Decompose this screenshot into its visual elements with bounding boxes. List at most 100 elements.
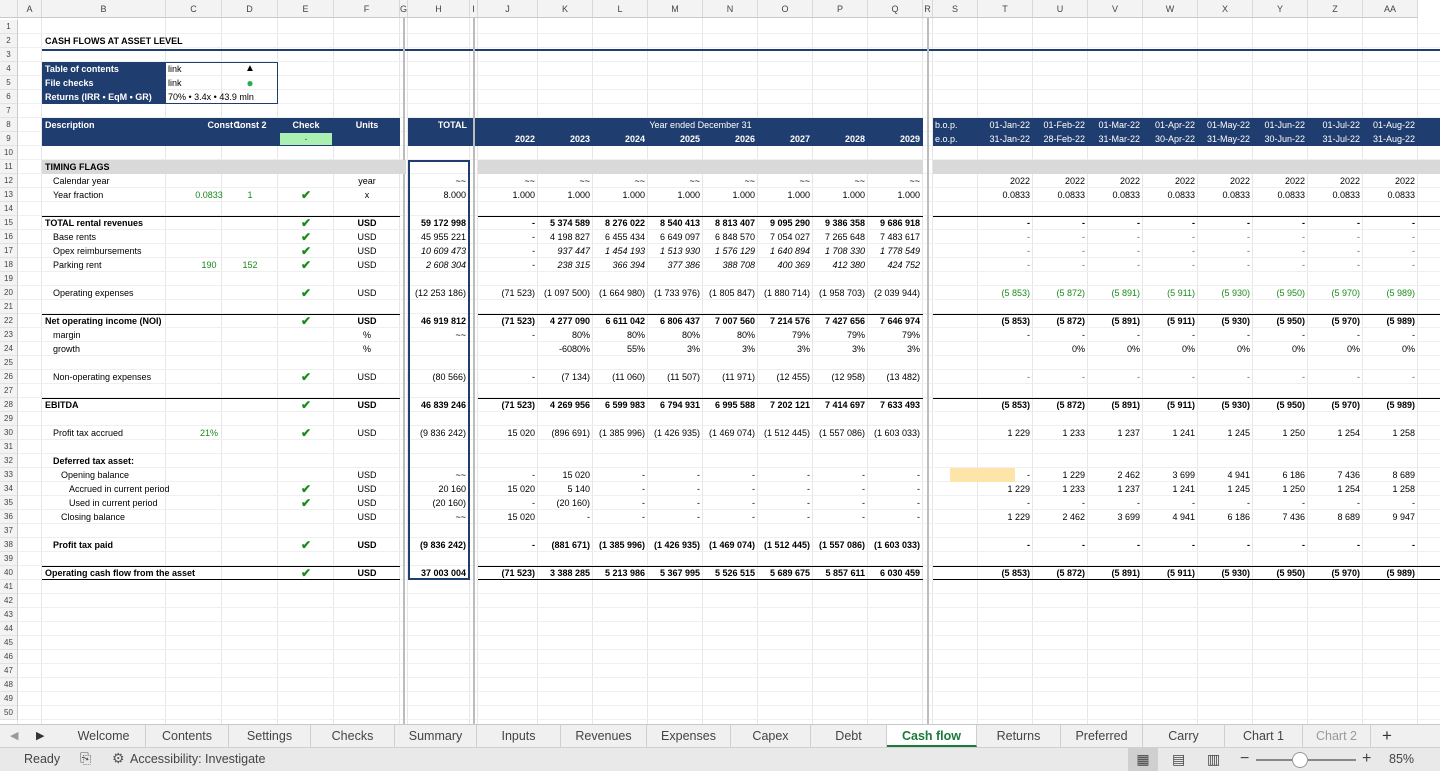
month-value[interactable]: 1 258 — [1363, 482, 1415, 496]
column-header[interactable]: L — [593, 0, 648, 18]
year-value[interactable]: (1 880 714) — [758, 286, 810, 300]
column-header[interactable]: A — [18, 0, 42, 18]
month-value[interactable]: - — [1033, 258, 1085, 272]
month-value[interactable]: 1 250 — [1253, 426, 1305, 440]
year-value[interactable]: 6 599 983 — [593, 398, 645, 412]
units-value[interactable]: USD — [334, 538, 400, 552]
month-value[interactable]: (5 853) — [978, 286, 1030, 300]
month-value[interactable]: (5 950) — [1253, 566, 1305, 580]
month-value[interactable]: (5 911) — [1143, 566, 1195, 580]
year-value[interactable]: (1 557 086) — [813, 426, 865, 440]
year-value[interactable]: - — [813, 468, 865, 482]
column-header[interactable]: W — [1143, 0, 1198, 18]
year-value[interactable]: 6 455 434 — [593, 230, 645, 244]
year-value[interactable]: (71 523) — [478, 314, 535, 328]
year-value[interactable]: (11 507) — [648, 370, 700, 384]
row-header[interactable]: 28 — [0, 398, 18, 412]
year-value[interactable]: (11 971) — [703, 370, 755, 384]
month-value[interactable]: 0% — [1308, 342, 1360, 356]
row-label[interactable]: Used in current period — [69, 496, 269, 510]
year-value[interactable]: (71 523) — [478, 566, 535, 580]
column-header[interactable]: T — [978, 0, 1033, 18]
month-value[interactable]: - — [1088, 244, 1140, 258]
year-value[interactable]: 3% — [703, 342, 755, 356]
month-value[interactable]: 1 233 — [1033, 482, 1085, 496]
year-value[interactable]: - — [478, 216, 535, 230]
row-header[interactable]: 30 — [0, 426, 18, 440]
month-value[interactable]: 2 462 — [1033, 510, 1085, 524]
year-value[interactable]: 15 020 — [478, 482, 535, 496]
year-value[interactable]: - — [648, 482, 700, 496]
month-value[interactable]: 6 186 — [1198, 510, 1250, 524]
check-indicator[interactable]: - — [278, 132, 334, 146]
row-header[interactable]: 37 — [0, 524, 18, 538]
macro-record-icon[interactable]: ⎘ — [80, 750, 91, 767]
month-value[interactable]: - — [1143, 496, 1195, 510]
units-value[interactable]: USD — [334, 426, 400, 440]
year-value[interactable]: 377 386 — [648, 258, 700, 272]
year-value[interactable]: 400 369 — [758, 258, 810, 272]
month-value[interactable]: - — [1253, 496, 1305, 510]
month-value[interactable]: - — [1363, 258, 1415, 272]
month-value[interactable]: - — [1253, 216, 1305, 230]
month-value[interactable]: (5 970) — [1308, 566, 1360, 580]
year-value[interactable]: 6 848 570 — [703, 230, 755, 244]
year-value[interactable]: 1.000 — [758, 188, 810, 202]
row-header[interactable]: 32 — [0, 454, 18, 468]
year-value[interactable]: - — [813, 482, 865, 496]
sheet-tab[interactable]: Preferred — [1061, 725, 1143, 747]
year-value[interactable]: - — [758, 496, 810, 510]
total-value[interactable]: 59 172 998 — [408, 216, 466, 230]
row-header[interactable]: 39 — [0, 552, 18, 566]
year-value[interactable]: (13 482) — [868, 370, 920, 384]
total-value[interactable]: ~~ — [408, 468, 466, 482]
month-value[interactable]: - — [1308, 538, 1360, 552]
row-header[interactable]: 38 — [0, 538, 18, 552]
year-value[interactable]: 1.000 — [593, 188, 645, 202]
column-header[interactable]: D — [222, 0, 278, 18]
column-header[interactable]: U — [1033, 0, 1088, 18]
month-value[interactable]: - — [978, 538, 1030, 552]
month-value[interactable]: (5 930) — [1198, 286, 1250, 300]
year-value[interactable]: 9 095 290 — [758, 216, 810, 230]
scroll-left-icon[interactable]: ◀ — [10, 729, 18, 742]
year-value[interactable]: (1 385 996) — [593, 426, 645, 440]
row-header[interactable]: 20 — [0, 286, 18, 300]
column-header[interactable]: P — [813, 0, 868, 18]
sheet-tab[interactable]: Welcome — [62, 725, 146, 747]
year-value[interactable]: - — [758, 510, 810, 524]
row-header[interactable]: 43 — [0, 608, 18, 622]
year-value[interactable]: - — [703, 468, 755, 482]
year-value[interactable]: 1 778 549 — [868, 244, 920, 258]
month-value[interactable]: - — [1253, 244, 1305, 258]
row-header[interactable]: 34 — [0, 482, 18, 496]
year-value[interactable]: 7 265 648 — [813, 230, 865, 244]
month-value[interactable]: (5 891) — [1088, 398, 1140, 412]
year-value[interactable]: 7 633 493 — [868, 398, 920, 412]
year-value[interactable]: ~~ — [868, 174, 920, 188]
month-value[interactable]: (5 989) — [1363, 566, 1415, 580]
month-value[interactable]: 0% — [1253, 342, 1305, 356]
spreadsheet-grid[interactable]: A B C D E F G H I J K L M N O P Q R S T U V W X Y Z AA 1 2 3 4 5 6 7 8 9 10 1… — [0, 0, 1440, 724]
month-value[interactable]: (5 989) — [1363, 314, 1415, 328]
row-label[interactable]: TIMING FLAGS — [45, 160, 245, 174]
sheet-tab[interactable]: Inputs — [477, 725, 561, 747]
row-header[interactable]: 17 — [0, 244, 18, 258]
units-value[interactable]: year — [334, 174, 400, 188]
month-value[interactable]: - — [1143, 230, 1195, 244]
year-value[interactable]: 1.000 — [648, 188, 700, 202]
row-header[interactable]: 44 — [0, 622, 18, 636]
month-value[interactable]: (5 853) — [978, 398, 1030, 412]
year-value[interactable]: - — [593, 482, 645, 496]
units-value[interactable]: USD — [334, 216, 400, 230]
month-value[interactable]: - — [1088, 230, 1140, 244]
row-header[interactable]: 15 — [0, 216, 18, 230]
row-header[interactable]: 8 — [0, 118, 18, 132]
month-value[interactable]: - — [1033, 496, 1085, 510]
row-header[interactable]: 11 — [0, 160, 18, 174]
month-value[interactable]: - — [1308, 216, 1360, 230]
units-value[interactable]: USD — [334, 286, 400, 300]
year-value[interactable]: (1 426 935) — [648, 538, 700, 552]
month-value[interactable]: - — [1198, 216, 1250, 230]
total-value[interactable]: (80 566) — [408, 370, 466, 384]
